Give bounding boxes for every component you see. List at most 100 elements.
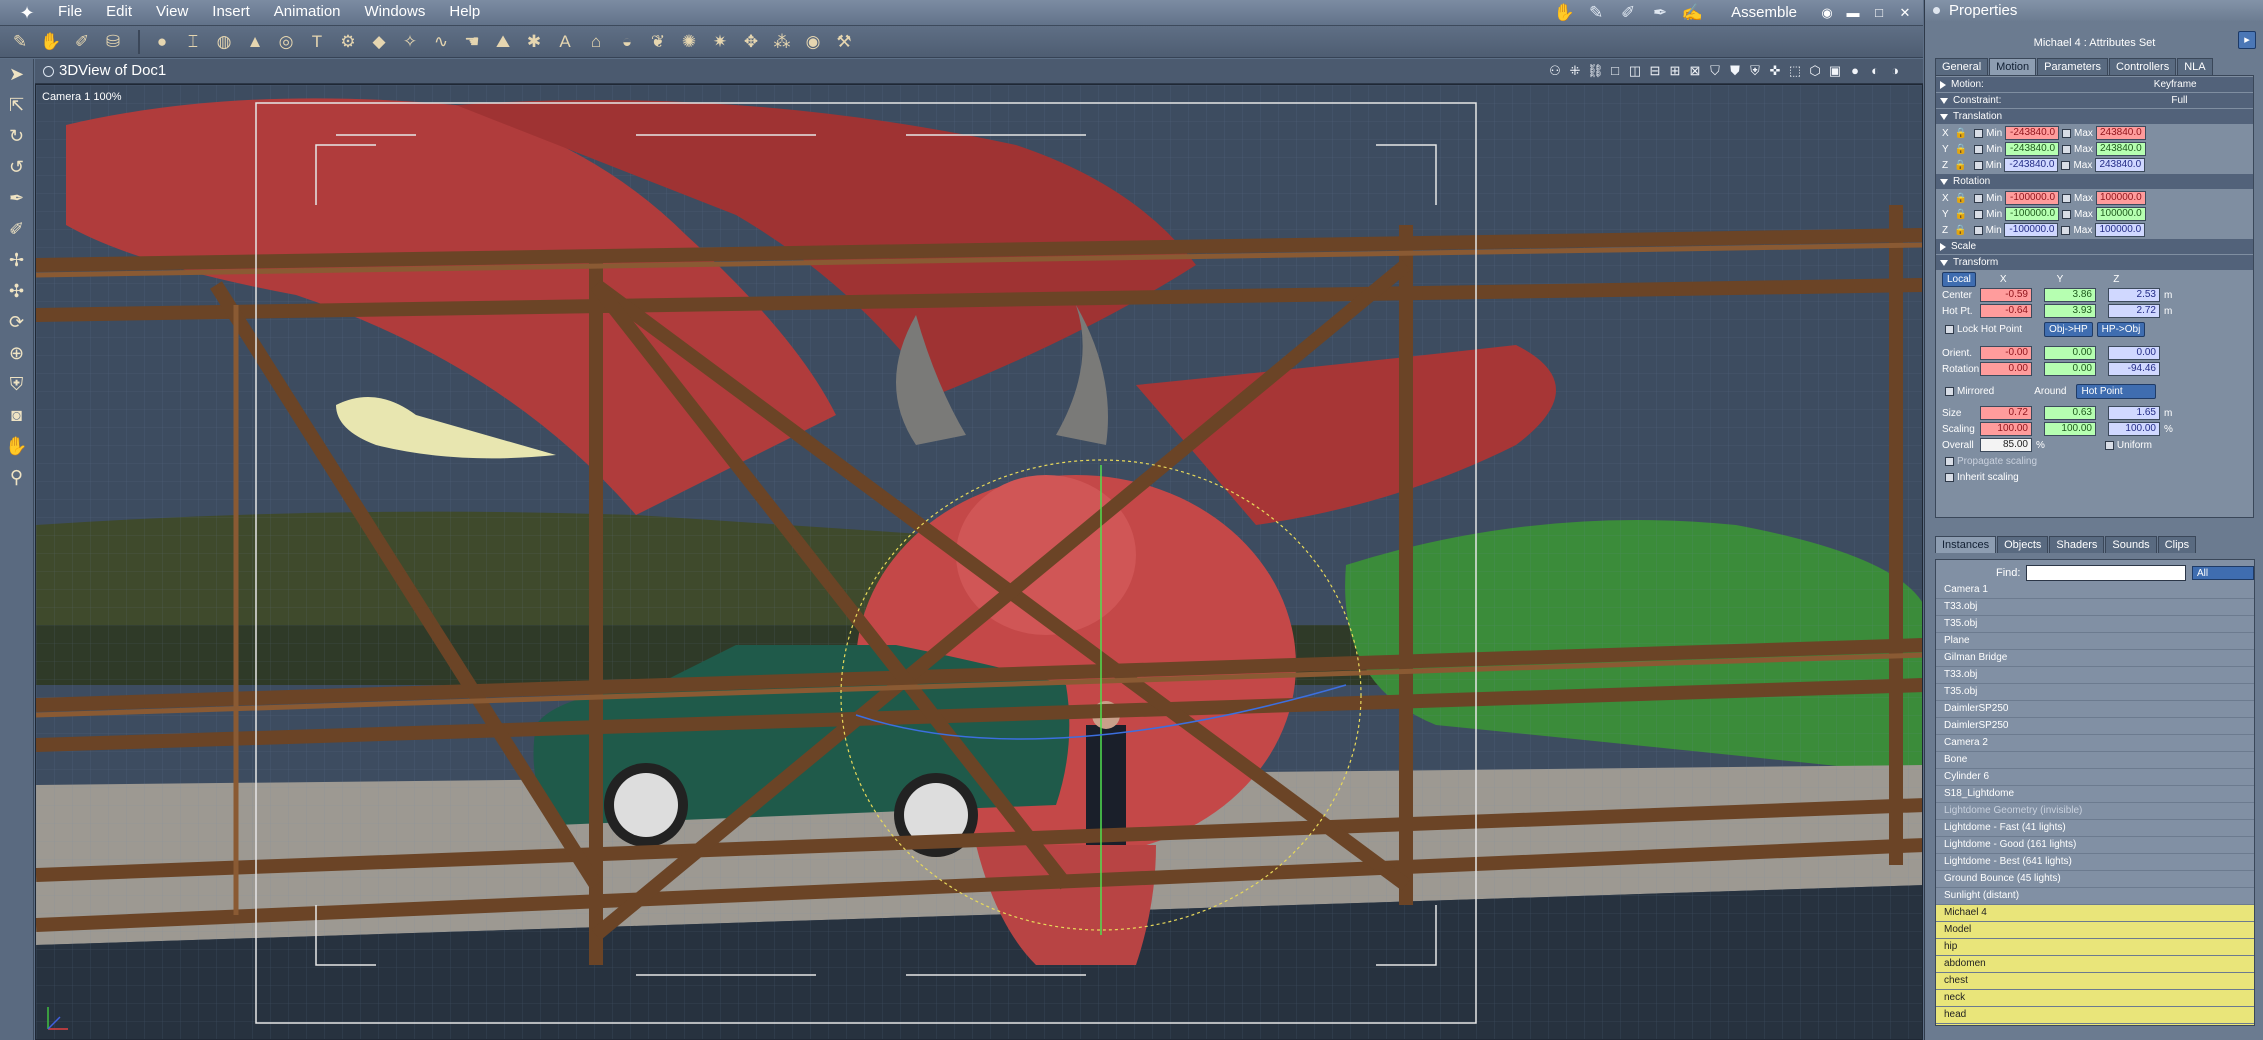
attributes-menu-icon[interactable]: ▸ (2238, 31, 2256, 49)
tab-shaders[interactable]: Shaders (2049, 536, 2105, 553)
rot-max-z[interactable]: 100000.0 (2095, 223, 2146, 237)
scale-section[interactable]: Scale (1936, 239, 2253, 254)
center-y[interactable]: 3.86 (2044, 288, 2096, 302)
motion-value[interactable]: Keyframe (2154, 79, 2197, 90)
dots-icon[interactable]: ⁂ (768, 29, 796, 55)
mirrored-checkbox[interactable] (1945, 386, 1954, 396)
max-checkbox[interactable] (2061, 225, 2071, 235)
scaling-x[interactable]: 100.00 (1980, 422, 2032, 436)
obj-hp-button[interactable]: Obj->HP (2044, 321, 2093, 337)
rotation-y[interactable]: 0.00 (2044, 362, 2096, 376)
space-select[interactable]: Local (1942, 271, 1976, 287)
list-item[interactable]: T35.obj (1936, 616, 2254, 633)
rot-max-x[interactable]: 100000.0 (2095, 191, 2146, 205)
hotpt-z[interactable]: 2.72 (2108, 304, 2160, 318)
propagate-checkbox[interactable] (1945, 456, 1954, 466)
single-view-icon[interactable]: □ (1607, 61, 1623, 80)
translation-section[interactable]: Translation (1936, 109, 2253, 124)
render-sphere-icon[interactable]: ◑ (1887, 61, 1903, 80)
brush-tool-icon[interactable]: ✐ (0, 214, 33, 245)
list-item[interactable]: Gilman Bridge (1936, 650, 2254, 667)
pose-room-icon[interactable]: ✎ (1585, 3, 1607, 22)
around-select[interactable]: Hot Point (2076, 383, 2157, 399)
trans-max-y[interactable]: 243840.0 (2095, 142, 2146, 156)
center-x[interactable]: -0.59 (1980, 288, 2032, 302)
tab-objects[interactable]: Objects (1997, 536, 2049, 553)
shield-tool-icon[interactable]: ⛨ (0, 369, 33, 400)
spline-icon[interactable]: ∿ (427, 29, 455, 55)
network-icon[interactable]: ✥ (737, 29, 765, 55)
bucket-icon[interactable]: ⛁ (99, 29, 127, 55)
lock-icon[interactable]: 🔒 (1955, 209, 1967, 220)
shaded-sphere-icon[interactable]: ● (1847, 61, 1863, 80)
hand-room-icon[interactable]: ✋ (1553, 3, 1575, 22)
plane-primitive-icon[interactable]: ◆ (365, 29, 393, 55)
tab-parameters[interactable]: Parameters (2037, 58, 2109, 75)
maximize-button[interactable]: □ (1871, 5, 1887, 20)
text-primitive-icon[interactable]: T (303, 29, 331, 55)
translate-icon[interactable]: ✣ (0, 276, 33, 307)
cone-primitive-icon[interactable]: ▲ (241, 29, 269, 55)
list-item[interactable]: eyeBrow (1936, 1024, 2254, 1025)
snap-icon[interactable]: ⚇ (1547, 61, 1563, 80)
inherit-checkbox[interactable] (1945, 472, 1954, 482)
spotlight-icon[interactable]: ✧ (396, 29, 424, 55)
list-item[interactable]: DaimlerSP250 (1936, 718, 2254, 735)
min-checkbox[interactable] (1973, 160, 1983, 170)
max-checkbox[interactable] (2062, 209, 2072, 219)
split-three-icon[interactable]: ⊟ (1647, 61, 1663, 80)
bowl-icon[interactable]: ◒ (613, 29, 641, 55)
shield-a-icon[interactable]: ⛉ (1707, 61, 1723, 80)
list-item[interactable]: Lightdome - Fast (41 lights) (1936, 820, 2254, 837)
min-checkbox[interactable] (1974, 144, 1984, 154)
center-z[interactable]: 2.53 (2108, 288, 2160, 302)
split-four-icon[interactable]: ⊞ (1667, 61, 1683, 80)
max-checkbox[interactable] (2062, 128, 2072, 138)
viewport-3d[interactable]: Camera 1 100% (35, 84, 1923, 1040)
scaling-z[interactable]: 100.00 (2108, 422, 2160, 436)
lock-icon[interactable]: 🔒 (1955, 128, 1967, 139)
link-icon[interactable]: ⛓ (1587, 61, 1604, 80)
tab-general[interactable]: General (1935, 58, 1989, 75)
compass-icon[interactable]: ✜ (1767, 61, 1783, 80)
list-item[interactable]: abdomen (1936, 956, 2254, 973)
min-checkbox[interactable] (1974, 128, 1984, 138)
min-checkbox[interactable] (1974, 193, 1984, 203)
leaf-icon[interactable]: ❦ (644, 29, 672, 55)
list-item[interactable]: DaimlerSP250 (1936, 701, 2254, 718)
list-item[interactable]: Michael 4 (1936, 905, 2254, 922)
tab-motion[interactable]: Motion (1989, 58, 2037, 75)
split-custom-icon[interactable]: ⊠ (1687, 61, 1703, 80)
tab-sounds[interactable]: Sounds (2105, 536, 2157, 553)
target-icon[interactable]: ◉ (799, 29, 827, 55)
menu-help[interactable]: Help (437, 0, 492, 25)
list-item[interactable]: Camera 2 (1936, 735, 2254, 752)
menu-windows[interactable]: Windows (353, 0, 438, 25)
list-item[interactable]: Bone (1936, 752, 2254, 769)
list-item[interactable]: Ground Bounce (45 lights) (1936, 871, 2254, 888)
menu-animation[interactable]: Animation (262, 0, 353, 25)
text3d-icon[interactable]: A (551, 29, 579, 55)
wrench-icon[interactable]: ⚒ (830, 29, 858, 55)
rotation-section[interactable]: Rotation (1936, 174, 2253, 189)
hand-model-icon[interactable]: ☚ (458, 29, 486, 55)
rot-min-y[interactable]: -100000.0 (2005, 207, 2060, 221)
tab-clips[interactable]: Clips (2157, 536, 2197, 553)
rot-min-z[interactable]: -100000.0 (2004, 223, 2059, 237)
list-item[interactable]: Sunlight (distant) (1936, 888, 2254, 905)
scaling-y[interactable]: 100.00 (2044, 422, 2096, 436)
grid-snap-icon[interactable]: ⁜ (1567, 61, 1583, 80)
texture-sphere-icon[interactable]: ◐ (1867, 61, 1883, 80)
trans-min-z[interactable]: -243840.0 (2004, 158, 2059, 172)
list-item[interactable]: S18_Lightdome (1936, 786, 2254, 803)
material-room-icon[interactable]: ✐ (1617, 3, 1639, 22)
minimize-button[interactable]: ▬ (1845, 5, 1861, 20)
tab-instances[interactable]: Instances (1935, 536, 1997, 553)
list-item[interactable]: Lightdome Geometry (invisible) (1936, 803, 2254, 820)
paint-room-icon[interactable]: ✍ (1681, 3, 1703, 22)
orient-y[interactable]: 0.00 (2044, 346, 2096, 360)
filter-select[interactable]: All (2191, 566, 2254, 580)
bounds-icon[interactable]: ⬚ (1787, 61, 1803, 80)
hotpt-y[interactable]: 3.93 (2044, 304, 2096, 318)
rotation-x[interactable]: 0.00 (1980, 362, 2032, 376)
